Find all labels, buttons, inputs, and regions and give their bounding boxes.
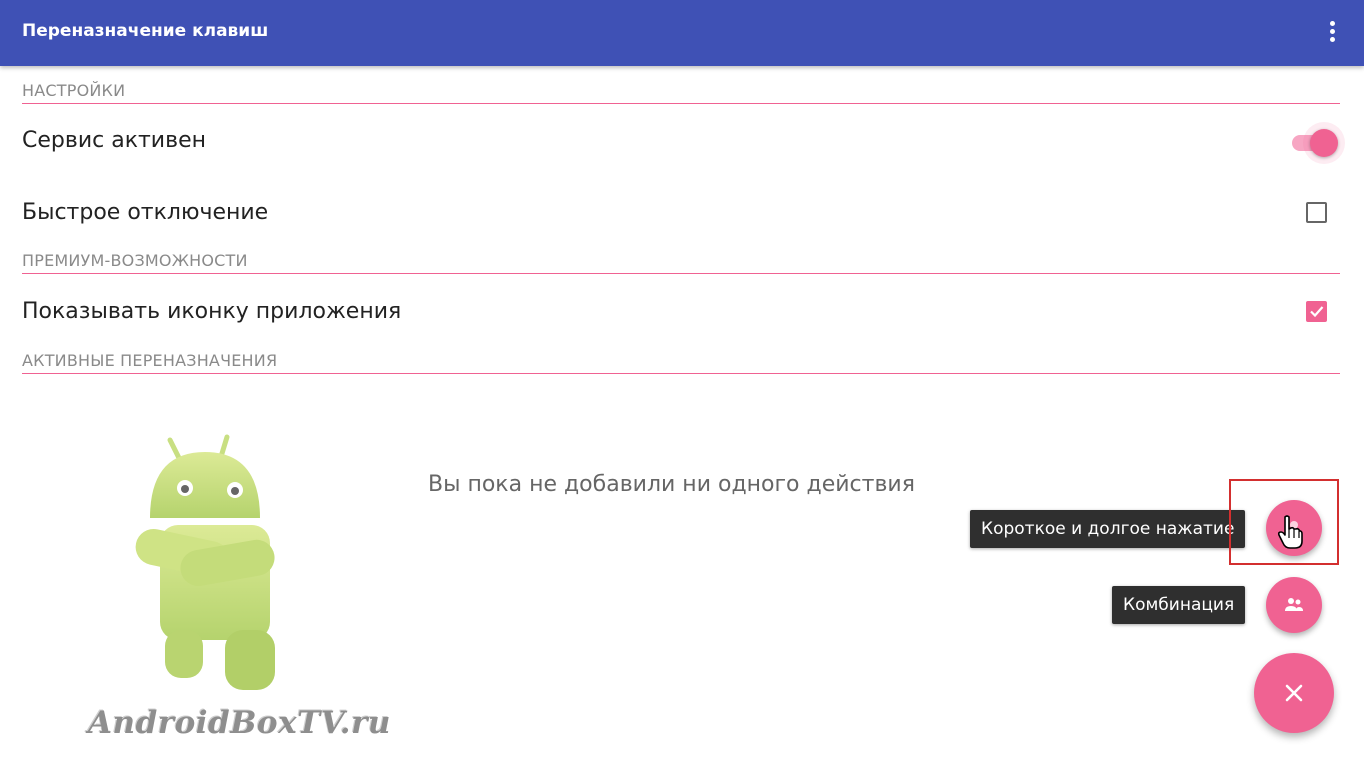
pref-quick-disable-label: Быстрое отключение — [22, 200, 269, 225]
switch-thumb — [1310, 129, 1338, 157]
checkmark-icon — [1310, 306, 1324, 318]
highlight-frame — [1229, 479, 1339, 565]
tooltip-combination[interactable]: Комбинация — [1112, 586, 1246, 624]
section-header-settings: НАСТРОЙКИ — [22, 81, 1340, 104]
more-vert-icon[interactable] — [1321, 18, 1343, 48]
people-icon — [1285, 598, 1303, 611]
app-bar: Переназначение клавиш — [0, 0, 1364, 66]
pref-show-icon[interactable]: Показывать иконку приложения — [0, 284, 1364, 340]
section-header-premium: ПРЕМИУМ-ВОЗМОЖНОСТИ — [22, 251, 1340, 274]
android-mascot-image — [135, 434, 275, 690]
tooltip-short-long-press[interactable]: Короткое и долгое нажатие — [970, 510, 1246, 548]
combination-fab[interactable] — [1266, 577, 1322, 633]
app-title: Переназначение клавиш — [22, 21, 269, 41]
pref-service-active[interactable]: Сервис активен — [0, 114, 1364, 170]
show-icon-checkbox[interactable] — [1306, 301, 1327, 322]
service-active-switch[interactable] — [1289, 122, 1349, 164]
section-header-active: АКТИВНЫЕ ПЕРЕНАЗНАЧЕНИЯ — [22, 351, 1340, 374]
empty-state-message: Вы пока не добавили ни одного действия — [428, 472, 915, 497]
watermark: AndroidBoxTV.ru — [88, 705, 391, 741]
close-fab-button[interactable] — [1254, 653, 1334, 733]
close-icon — [1285, 684, 1303, 702]
quick-disable-checkbox[interactable] — [1306, 202, 1327, 223]
pref-quick-disable[interactable]: Быстрое отключение — [0, 185, 1364, 241]
pref-show-icon-label: Показывать иконку приложения — [22, 299, 402, 324]
pref-service-active-label: Сервис активен — [22, 128, 206, 153]
